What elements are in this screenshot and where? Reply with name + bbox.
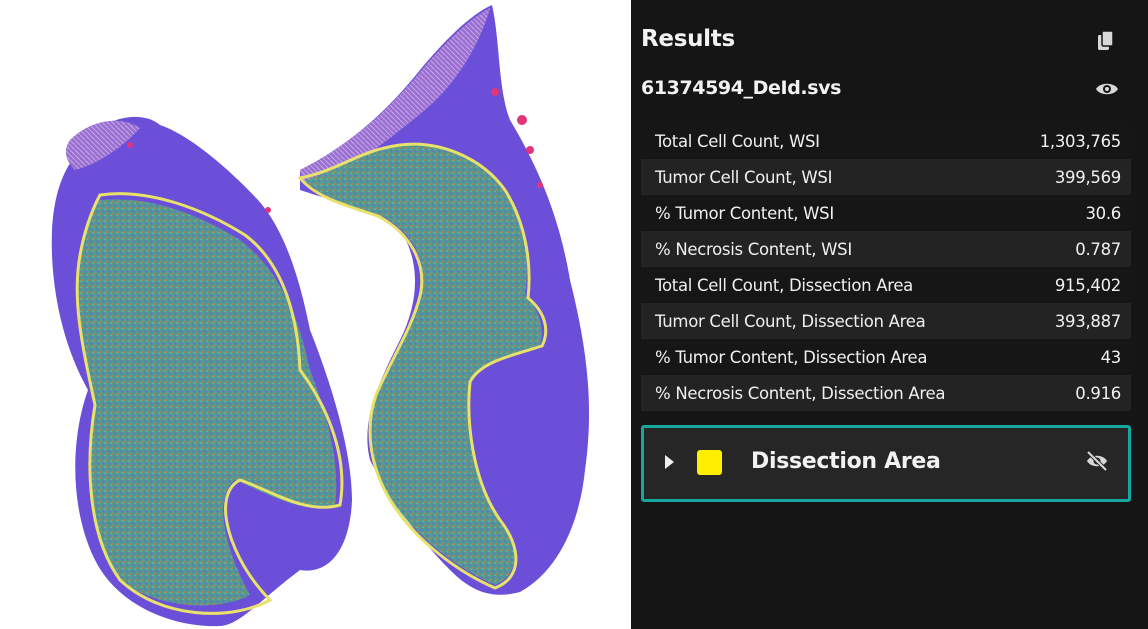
metric-label: Total Cell Count, Dissection Area [655, 275, 913, 295]
metric-row: Total Cell Count, Dissection Area 915,402 [641, 267, 1131, 303]
metrics-table: Total Cell Count, WSI 1,303,765 Tumor Cel… [641, 123, 1131, 411]
whole-slide-image[interactable] [0, 0, 631, 629]
metric-value: 0.787 [1075, 239, 1121, 259]
eye-icon[interactable] [1095, 80, 1119, 98]
metric-value: 0.916 [1075, 383, 1121, 403]
eye-slash-icon[interactable] [1085, 449, 1109, 473]
metric-label: % Tumor Content, WSI [655, 203, 834, 223]
metric-value: 1,303,765 [1039, 131, 1122, 151]
metric-value: 399,569 [1054, 167, 1121, 187]
metric-value: 43 [1100, 347, 1122, 367]
metric-value: 915,402 [1054, 275, 1121, 295]
metric-row: % Necrosis Content, WSI 0.787 [641, 231, 1131, 267]
metric-row: Total Cell Count, WSI 1,303,765 [641, 123, 1131, 159]
metric-label: Total Cell Count, WSI [655, 131, 820, 151]
results-panel: Results 61374594_DeId.svs Total Cell Cou… [631, 0, 1148, 629]
metric-row: % Tumor Content, Dissection Area 43 [641, 339, 1131, 375]
metric-row: % Tumor Content, WSI 30.6 [641, 195, 1131, 231]
metric-label: Tumor Cell Count, WSI [655, 167, 833, 187]
layer-color-swatch[interactable] [697, 450, 722, 475]
metric-row: Tumor Cell Count, WSI 399,569 [641, 159, 1131, 195]
metric-label: % Tumor Content, Dissection Area [655, 347, 928, 367]
metric-value: 30.6 [1085, 203, 1121, 223]
copy-icon[interactable] [1096, 30, 1116, 52]
panel-title: Results [641, 26, 735, 52]
metric-value: 393,887 [1054, 311, 1121, 331]
metric-label: Tumor Cell Count, Dissection Area [655, 311, 926, 331]
layer-name: Dissection Area [751, 449, 941, 474]
metric-row: Tumor Cell Count, Dissection Area 393,887 [641, 303, 1131, 339]
metric-label: % Necrosis Content, WSI [655, 239, 852, 259]
caret-right-icon[interactable] [665, 455, 674, 469]
metric-label: % Necrosis Content, Dissection Area [655, 383, 946, 403]
layer-item-dissection-area[interactable]: Dissection Area [641, 425, 1131, 502]
file-name: 61374594_DeId.svs [641, 77, 842, 99]
metric-row: % Necrosis Content, Dissection Area 0.916 [641, 375, 1131, 411]
slide-viewer[interactable] [0, 0, 631, 629]
